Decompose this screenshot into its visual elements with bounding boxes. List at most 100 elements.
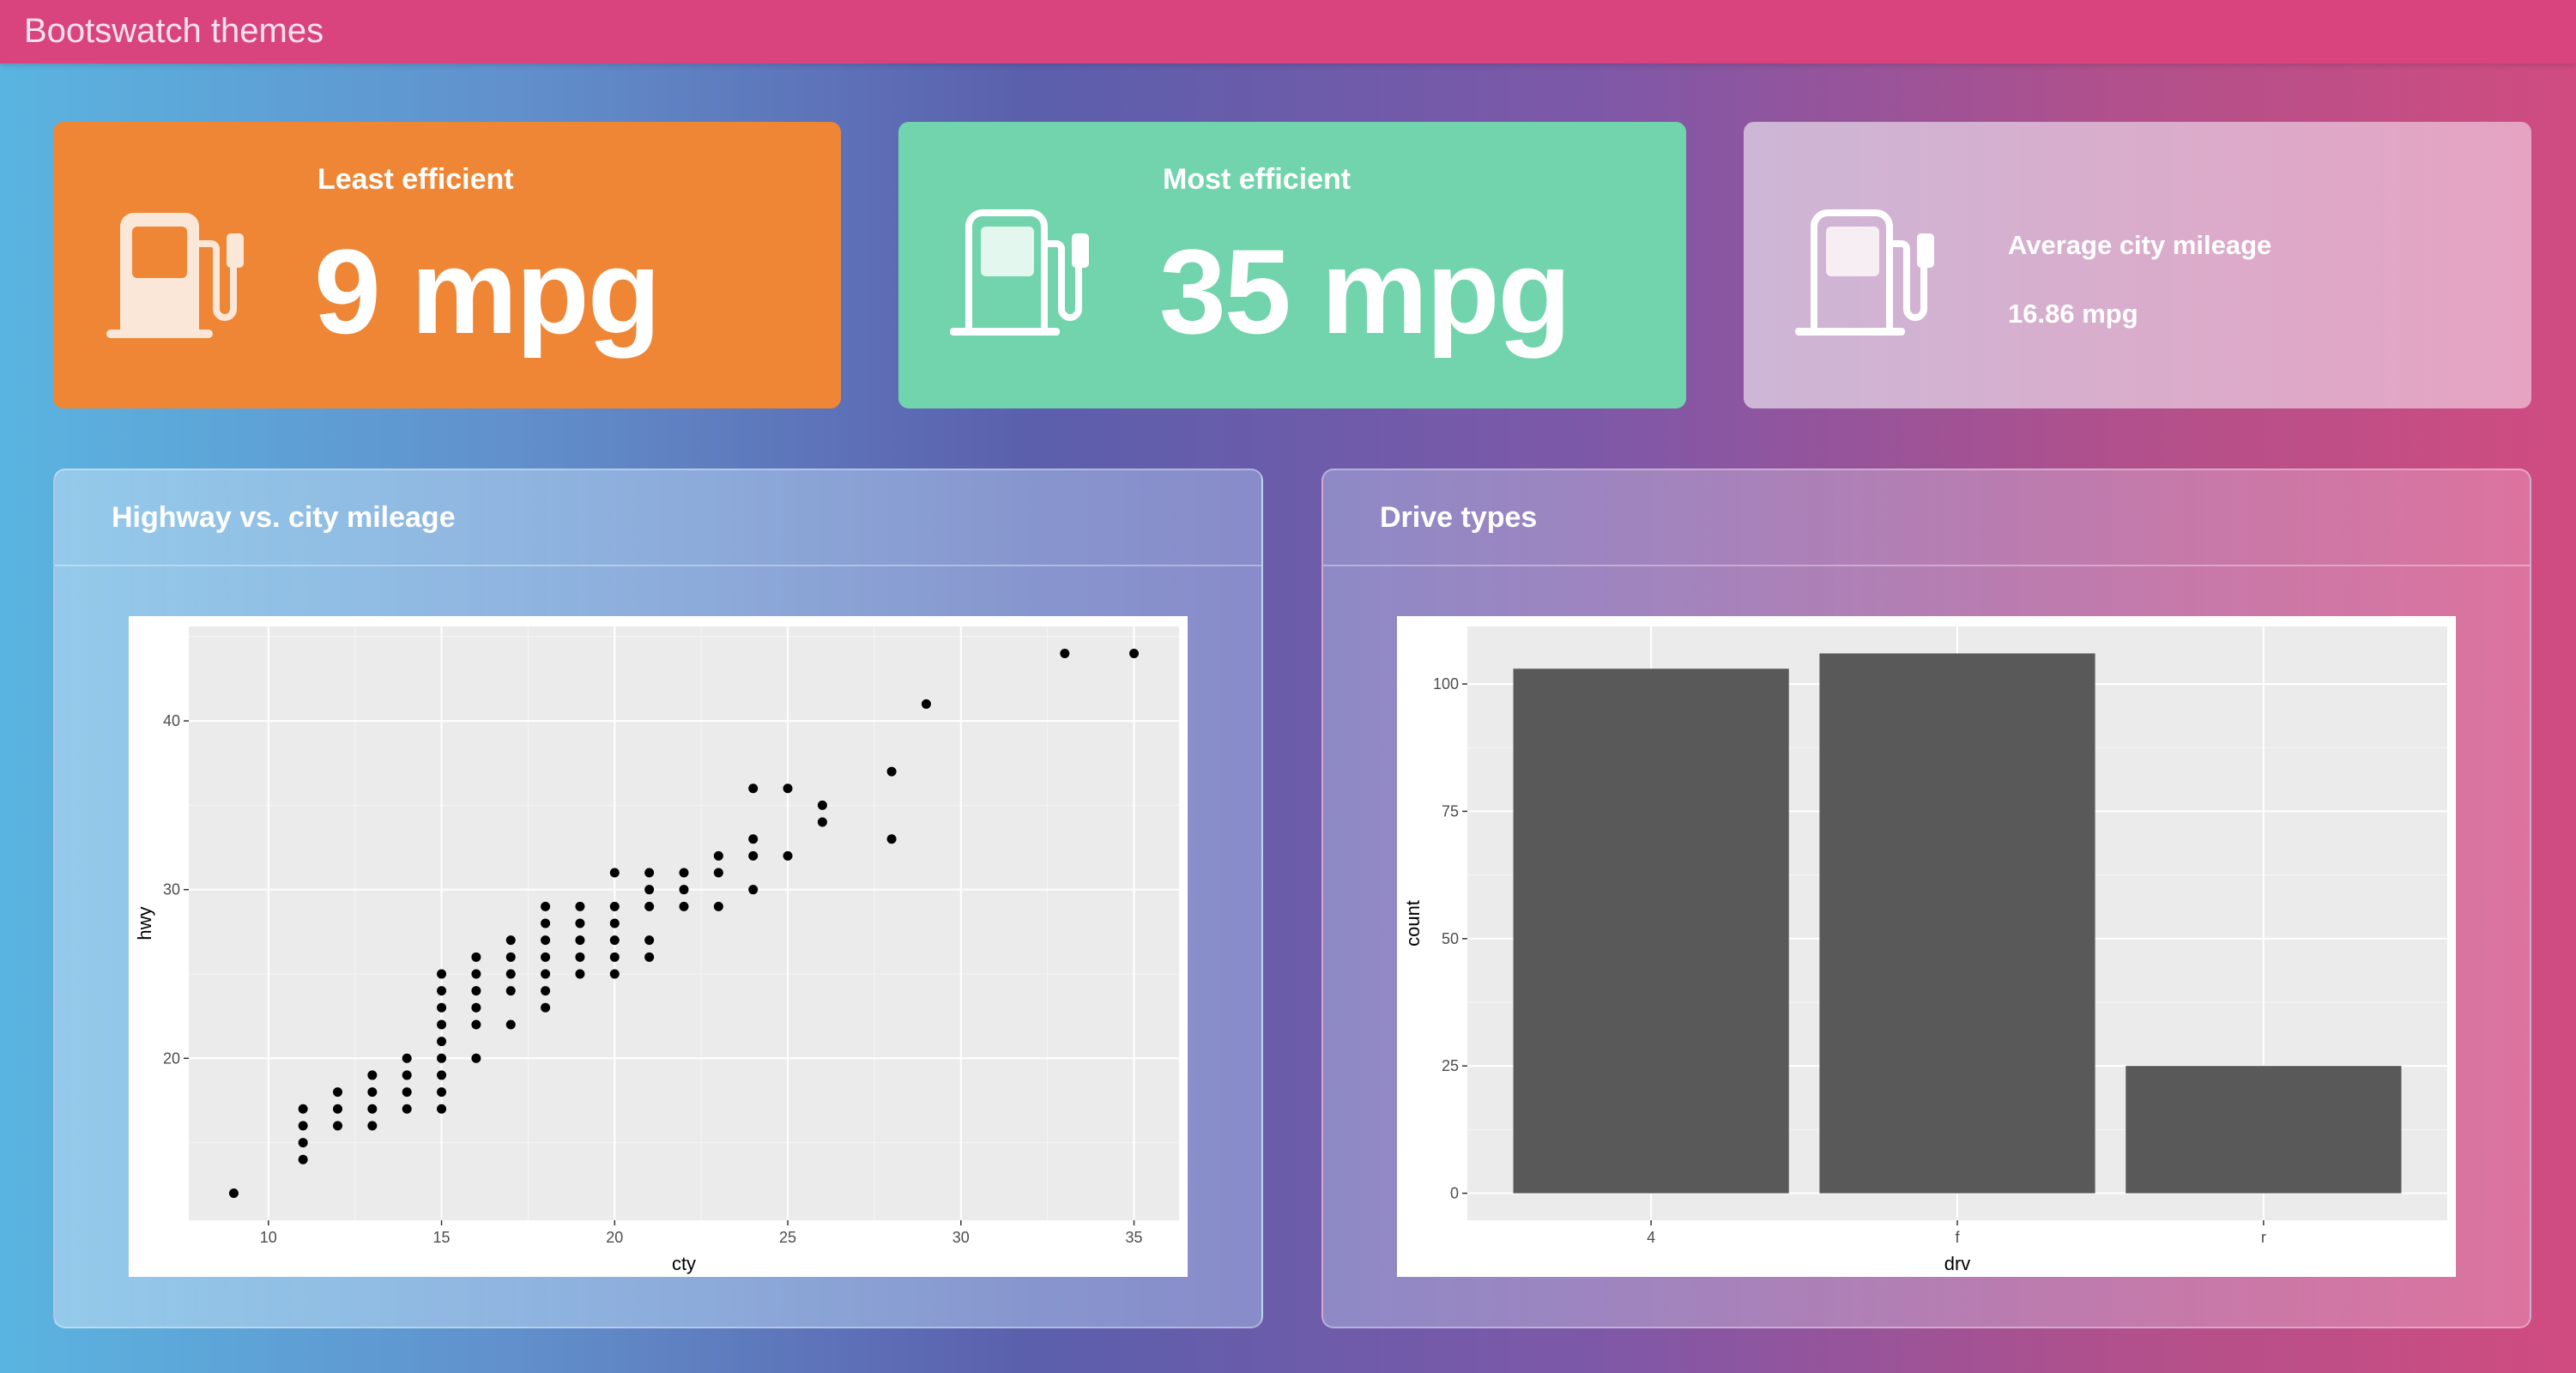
data-point: [609, 868, 620, 878]
data-point: [298, 1104, 308, 1114]
y-tick-label: 50: [1442, 930, 1459, 947]
data-point: [298, 1138, 308, 1148]
data-point: [505, 1019, 516, 1030]
data-point: [609, 918, 620, 928]
data-point: [748, 885, 759, 895]
value-box-title: Average city mileage: [2008, 230, 2272, 260]
y-axis-label: count: [1402, 900, 1424, 947]
data-point: [471, 952, 481, 962]
data-point: [575, 952, 585, 962]
value-box-most-efficient: Most efficient 35 mpg: [898, 122, 1686, 408]
data-point: [402, 1104, 412, 1114]
data-point: [471, 986, 481, 996]
data-point: [644, 952, 655, 962]
data-point: [783, 783, 793, 794]
value-box-title: Least efficient: [317, 163, 514, 196]
data-point: [402, 1087, 412, 1098]
data-point: [748, 834, 759, 844]
data-point: [471, 1002, 481, 1013]
data-point: [541, 918, 551, 928]
data-point: [367, 1104, 378, 1114]
scatter-chart: 10 15 20 25 30 35 20 30 40 cty hwy: [134, 626, 1179, 1274]
data-point: [437, 986, 447, 996]
data-point: [541, 969, 551, 979]
data-point: [644, 935, 655, 946]
data-point: [541, 901, 551, 911]
bar: [1513, 668, 1789, 1194]
data-point: [609, 969, 620, 979]
data-point: [437, 1087, 447, 1098]
data-point: [679, 868, 689, 878]
x-tick-label: 15: [433, 1229, 450, 1246]
x-axis-label: cty: [672, 1253, 696, 1274]
bar-plot: 0 25 50 75 100 4 f r drv count: [1397, 616, 2456, 1277]
y-tick-label: 100: [1433, 675, 1459, 693]
data-point: [713, 868, 723, 878]
data-point: [748, 783, 759, 794]
data-point: [575, 901, 585, 911]
data-point: [713, 850, 723, 861]
data-point: [886, 834, 897, 844]
x-tick-label: r: [2261, 1229, 2266, 1246]
x-tick-label: 35: [1126, 1229, 1143, 1246]
data-point: [541, 986, 551, 996]
data-point: [505, 952, 516, 962]
card-header: Drive types: [1323, 470, 2530, 566]
scatter-plot: 10 15 20 25 30 35 20 30 40 cty hwy: [129, 616, 1188, 1277]
data-point: [609, 952, 620, 962]
x-tick-label: 30: [952, 1229, 970, 1246]
data-point: [367, 1121, 378, 1131]
y-tick-label: 40: [163, 712, 180, 729]
fuel-pump-icon: [106, 213, 244, 338]
data-point: [609, 935, 620, 946]
bar: [2126, 1066, 2402, 1194]
data-point: [437, 1037, 447, 1047]
data-point: [783, 850, 793, 861]
value-box-value: 35 mpg: [1159, 224, 1571, 359]
data-point: [644, 885, 655, 895]
navbar: Bootswatch themes: [0, 0, 2576, 64]
y-axis-label: hwy: [134, 906, 155, 940]
x-tick-label: f: [1955, 1229, 1960, 1246]
data-point: [644, 901, 655, 911]
data-point: [505, 935, 516, 946]
data-point: [575, 969, 585, 979]
data-point: [541, 935, 551, 946]
data-point: [437, 1104, 447, 1114]
value-box-least-efficient: Least efficient 9 mpg: [53, 122, 841, 408]
data-point: [298, 1154, 308, 1164]
data-point: [679, 901, 689, 911]
data-point: [541, 952, 551, 962]
data-point: [921, 699, 931, 709]
x-tick-label: 4: [1647, 1229, 1655, 1246]
y-tick-label: 20: [163, 1049, 180, 1067]
plot-panel: [189, 626, 1179, 1220]
data-point: [575, 918, 585, 928]
data-point: [713, 901, 723, 911]
data-point: [748, 850, 759, 861]
data-point: [471, 969, 481, 979]
data-point: [575, 935, 585, 946]
data-point: [437, 1019, 447, 1030]
data-point: [437, 1053, 447, 1063]
x-tick-label: 10: [260, 1229, 277, 1246]
navbar-brand[interactable]: Bootswatch themes: [24, 0, 324, 62]
value-box-average-city-mileage: Average city mileage 16.86 mpg: [1744, 122, 2531, 408]
data-point: [1129, 648, 1140, 658]
data-point: [817, 800, 827, 810]
x-axis-label: drv: [1944, 1253, 1971, 1274]
card-title: Drive types: [1380, 501, 1538, 534]
data-point: [437, 969, 447, 979]
data-point: [679, 885, 689, 895]
data-point: [333, 1121, 343, 1131]
y-tick-label: 75: [1442, 802, 1459, 820]
card-header: Highway vs. city mileage: [55, 470, 1261, 566]
fuel-pump-icon: [1795, 209, 1934, 336]
data-point: [228, 1189, 239, 1199]
data-point: [541, 1002, 551, 1013]
data-point: [437, 1070, 447, 1080]
data-point: [505, 986, 516, 996]
data-point: [817, 817, 827, 827]
data-point: [333, 1087, 343, 1098]
y-tick-label: 0: [1450, 1185, 1459, 1202]
